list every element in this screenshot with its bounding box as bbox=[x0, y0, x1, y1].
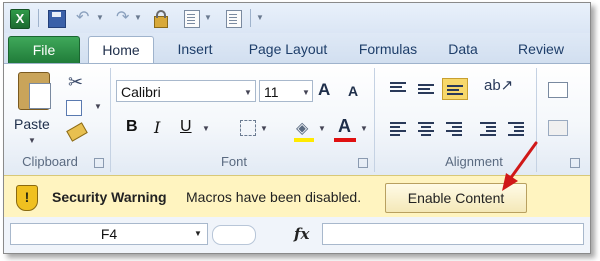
formula-bar-divider[interactable] bbox=[212, 225, 256, 245]
font-size-dropdown-icon[interactable]: ▼ bbox=[302, 88, 310, 97]
tab-review[interactable]: Review bbox=[506, 36, 576, 63]
toolbar-separator bbox=[250, 9, 251, 27]
tab-file[interactable]: File bbox=[8, 36, 80, 64]
font-color-swatch bbox=[334, 138, 356, 142]
quick-access-toolbar: X ↶ ▼ ↷ ▼ ▼ ▼ bbox=[4, 3, 590, 33]
tab-insert[interactable]: Insert bbox=[164, 36, 226, 63]
underline-button[interactable]: U bbox=[180, 118, 192, 136]
insert-function-icon[interactable]: fx bbox=[294, 225, 309, 243]
formula-input[interactable] bbox=[322, 223, 584, 245]
paste-dropdown-icon[interactable]: ▼ bbox=[28, 136, 36, 145]
borders-icon[interactable] bbox=[240, 120, 256, 136]
merge-center-icon[interactable] bbox=[548, 120, 568, 136]
copy-icon[interactable] bbox=[66, 100, 82, 116]
group-separator bbox=[374, 68, 375, 172]
annotation-arrow-icon bbox=[502, 141, 538, 191]
copy-dropdown-icon[interactable]: ▼ bbox=[94, 102, 102, 111]
shield-warning-icon: ! bbox=[16, 185, 38, 211]
alignment-launcher-icon[interactable] bbox=[570, 158, 580, 168]
redo-icon[interactable]: ↷ bbox=[116, 8, 129, 28]
top-align-icon[interactable] bbox=[390, 82, 406, 94]
bottom-align-icon[interactable] bbox=[442, 78, 468, 100]
ribbon-tabs: File Home Insert Page Layout Formulas Da… bbox=[4, 33, 590, 64]
grow-font-button[interactable]: A bbox=[318, 80, 330, 100]
tab-formulas[interactable]: Formulas bbox=[350, 36, 426, 63]
orientation-icon[interactable]: ab↗ bbox=[484, 76, 513, 94]
underline-dropdown-icon[interactable]: ▼ bbox=[202, 124, 210, 133]
group-separator bbox=[110, 68, 111, 172]
font-color-dropdown-icon[interactable]: ▼ bbox=[360, 124, 368, 133]
align-right-icon[interactable] bbox=[446, 122, 462, 136]
excel-window: X ↶ ▼ ↷ ▼ ▼ ▼ File Home Insert Page Layo… bbox=[3, 2, 591, 254]
sheet-icon[interactable] bbox=[184, 10, 200, 28]
tab-data[interactable]: Data bbox=[438, 36, 488, 63]
font-group-label: Font bbox=[220, 154, 247, 169]
fill-color-dropdown-icon[interactable]: ▼ bbox=[318, 124, 326, 133]
cut-icon[interactable]: ✂ bbox=[68, 72, 83, 93]
font-launcher-icon[interactable] bbox=[358, 158, 368, 168]
format-painter-icon[interactable] bbox=[66, 122, 88, 142]
italic-button[interactable]: I bbox=[154, 118, 160, 137]
save-icon[interactable] bbox=[48, 10, 66, 28]
undo-dropdown-icon[interactable]: ▼ bbox=[96, 8, 104, 28]
name-box[interactable]: F4 bbox=[10, 223, 208, 245]
wrap-text-icon[interactable] bbox=[548, 82, 568, 98]
align-center-icon[interactable] bbox=[418, 122, 434, 136]
increase-indent-icon[interactable] bbox=[508, 122, 524, 136]
excel-icon[interactable]: X bbox=[10, 9, 30, 29]
customize-toolbar-icon[interactable]: ▼ bbox=[256, 8, 264, 28]
tab-page-layout[interactable]: Page Layout bbox=[238, 36, 338, 63]
protect-icon[interactable] bbox=[154, 10, 168, 28]
paste-button[interactable]: Paste bbox=[14, 116, 50, 132]
formula-bar: F4 ▼ fx bbox=[4, 217, 590, 253]
paste-icon[interactable] bbox=[18, 72, 51, 110]
fill-color-swatch bbox=[294, 138, 314, 142]
middle-align-icon[interactable] bbox=[418, 84, 434, 96]
bold-button[interactable]: B bbox=[126, 118, 138, 136]
redo-dropdown-icon[interactable]: ▼ bbox=[134, 8, 142, 28]
font-name-dropdown-icon[interactable]: ▼ bbox=[244, 88, 252, 97]
sheet-dropdown-icon[interactable]: ▼ bbox=[204, 8, 212, 28]
undo-icon[interactable]: ↶ bbox=[76, 8, 89, 28]
toolbar-separator bbox=[38, 9, 39, 27]
sheet-icon[interactable] bbox=[226, 10, 242, 28]
tab-home[interactable]: Home bbox=[88, 36, 154, 64]
clipboard-launcher-icon[interactable] bbox=[94, 158, 104, 168]
align-left-icon[interactable] bbox=[390, 122, 406, 136]
shrink-font-button[interactable]: A bbox=[348, 83, 358, 99]
fill-color-icon[interactable]: ◈ bbox=[296, 118, 308, 138]
borders-dropdown-icon[interactable]: ▼ bbox=[260, 124, 268, 133]
security-warning-title: Security Warning bbox=[52, 189, 167, 205]
font-name-select[interactable]: Calibri bbox=[116, 80, 256, 102]
clipboard-group-label: Clipboard bbox=[22, 154, 78, 169]
security-warning-message: Macros have been disabled. bbox=[186, 189, 362, 205]
decrease-indent-icon[interactable] bbox=[480, 122, 496, 136]
name-box-dropdown-icon[interactable]: ▼ bbox=[194, 229, 202, 238]
font-color-icon[interactable]: A bbox=[338, 116, 351, 137]
